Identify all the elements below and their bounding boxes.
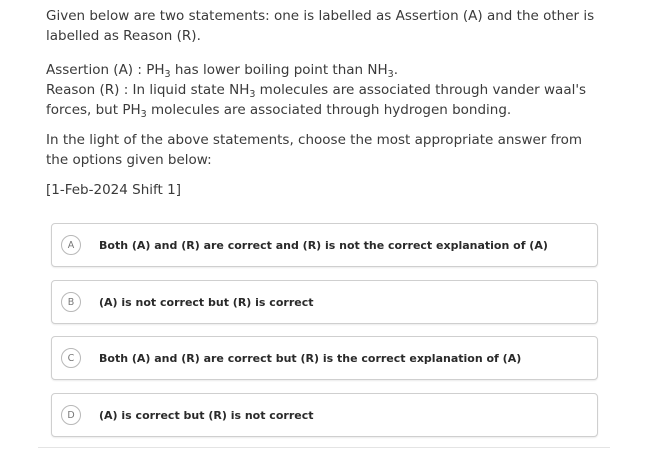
divider — [38, 447, 610, 448]
option-letter-badge: B — [61, 292, 81, 312]
option-d[interactable]: D (A) is correct but (R) is not correct — [51, 393, 598, 437]
option-text: (A) is correct but (R) is not correct — [99, 408, 314, 422]
question-instruction: In the light of the above statements, ch… — [46, 132, 583, 168]
option-c[interactable]: C Both (A) and (R) are correct but (R) i… — [51, 336, 598, 380]
option-letter-badge: C — [61, 348, 81, 368]
option-a[interactable]: A Both (A) and (R) are correct and (R) i… — [51, 223, 598, 267]
statements: Assertion (A) : PH3 has lower boiling po… — [46, 60, 606, 120]
option-text: Both (A) and (R) are correct but (R) is … — [99, 351, 522, 365]
option-letter-badge: A — [61, 235, 81, 255]
question-source: [1-Feb-2024 Shift 1] — [46, 182, 181, 198]
option-b[interactable]: B (A) is not correct but (R) is correct — [51, 280, 598, 324]
option-text: Both (A) and (R) are correct and (R) is … — [99, 238, 548, 252]
option-text: (A) is not correct but (R) is correct — [99, 295, 314, 309]
assertion-statement: Assertion (A) : PH3 has lower boiling po… — [46, 62, 398, 80]
question-text: Given below are two statements: one is l… — [46, 6, 606, 210]
reason-statement: Reason (R) : In liquid state NH3 molecul… — [46, 82, 587, 120]
question-intro: Given below are two statements: one is l… — [46, 8, 595, 44]
option-letter-badge: D — [61, 405, 81, 425]
